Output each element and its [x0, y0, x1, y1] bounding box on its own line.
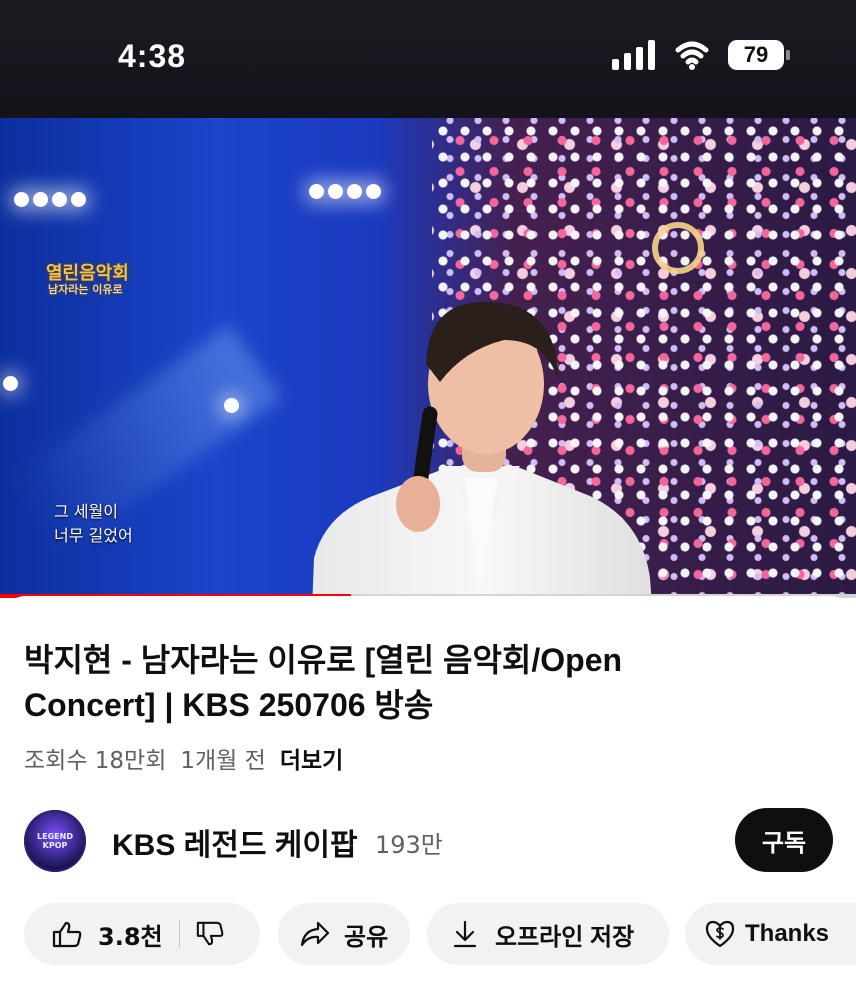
show-logo: 열린음악회 남자라는 이유로 — [46, 264, 129, 296]
stage-light — [33, 192, 48, 207]
subtitle-line: 너무 길었어 — [54, 526, 133, 545]
show-logo-title: 열린음악회 — [46, 263, 129, 284]
stage-light — [14, 192, 29, 207]
video-subtitle: 그 세월이 너무 길었어 — [54, 500, 133, 548]
time: 4:38 — [118, 38, 187, 74]
status-bar: 4:38 79 — [0, 0, 856, 118]
channel-avatar[interactable]: LEGEND KPOP — [24, 810, 86, 872]
stage-light — [328, 184, 343, 199]
stage-light — [71, 192, 86, 207]
singer-image — [312, 301, 652, 596]
show-logo-subtext: 남자라는 이유로 — [48, 282, 123, 296]
divider — [178, 920, 180, 948]
stage-ring-decoration — [652, 222, 704, 274]
subscriber-count: 193만 — [375, 831, 443, 859]
status-icons: 79 — [612, 40, 790, 70]
view-count: 조회수 18만회 — [24, 748, 167, 774]
stage-light — [309, 184, 324, 199]
channel-name[interactable]: KBS 레전드 케이팝 — [112, 820, 358, 864]
like-button[interactable]: 3.8천 — [52, 917, 163, 952]
like-count: 3.8천 — [98, 922, 163, 951]
video-title[interactable]: 박지현 - 남자라는 이유로 [열린 음악회/Open Concert] | K… — [24, 638, 724, 728]
stage-light — [224, 398, 239, 413]
more-button[interactable]: 더보기 — [280, 741, 343, 775]
thumbs-down-icon[interactable] — [196, 920, 224, 948]
stage-light — [347, 184, 362, 199]
thanks-button[interactable]: Thanks — [685, 903, 856, 965]
video-details-panel: 박지현 - 남자라는 이유로 [열린 음악회/Open Concert] | K… — [0, 596, 856, 987]
thanks-label: Thanks — [745, 920, 830, 947]
video-meta[interactable]: 조회수 18만회 1개월 전 더보기 — [24, 741, 343, 775]
stage-light — [3, 376, 18, 391]
upload-time: 1개월 전 — [180, 748, 266, 774]
download-button[interactable]: 오프라인 저장 — [427, 903, 669, 965]
stage-light — [52, 192, 67, 207]
download-icon — [453, 920, 477, 948]
share-label: 공유 — [344, 923, 389, 951]
wifi-icon — [675, 41, 709, 70]
avatar-text-2: KPOP — [42, 841, 68, 850]
subscribe-button[interactable]: 구독 — [735, 808, 833, 872]
like-dislike-pill: 3.8천 — [24, 903, 260, 965]
light-beam — [8, 324, 282, 554]
download-label: 오프라인 저장 — [495, 923, 635, 951]
action-bar: 3.8천 공유 오프라인 저장 Thanks — [24, 903, 856, 965]
thumbs-up-icon — [52, 921, 82, 948]
share-button[interactable]: 공유 — [278, 903, 410, 965]
subtitle-line: 그 세월이 — [54, 502, 118, 521]
battery-level: 79 — [743, 42, 769, 67]
avatar-text-1: LEGEND — [37, 832, 73, 841]
signal-icon — [612, 40, 655, 70]
heart-dollar-icon — [705, 920, 735, 948]
battery-icon: 79 — [728, 40, 790, 70]
stage-light — [366, 184, 381, 199]
share-icon — [300, 921, 330, 947]
video-player[interactable]: 열린음악회 남자라는 이유로 그 세월이 너무 길었어 — [0, 118, 856, 596]
